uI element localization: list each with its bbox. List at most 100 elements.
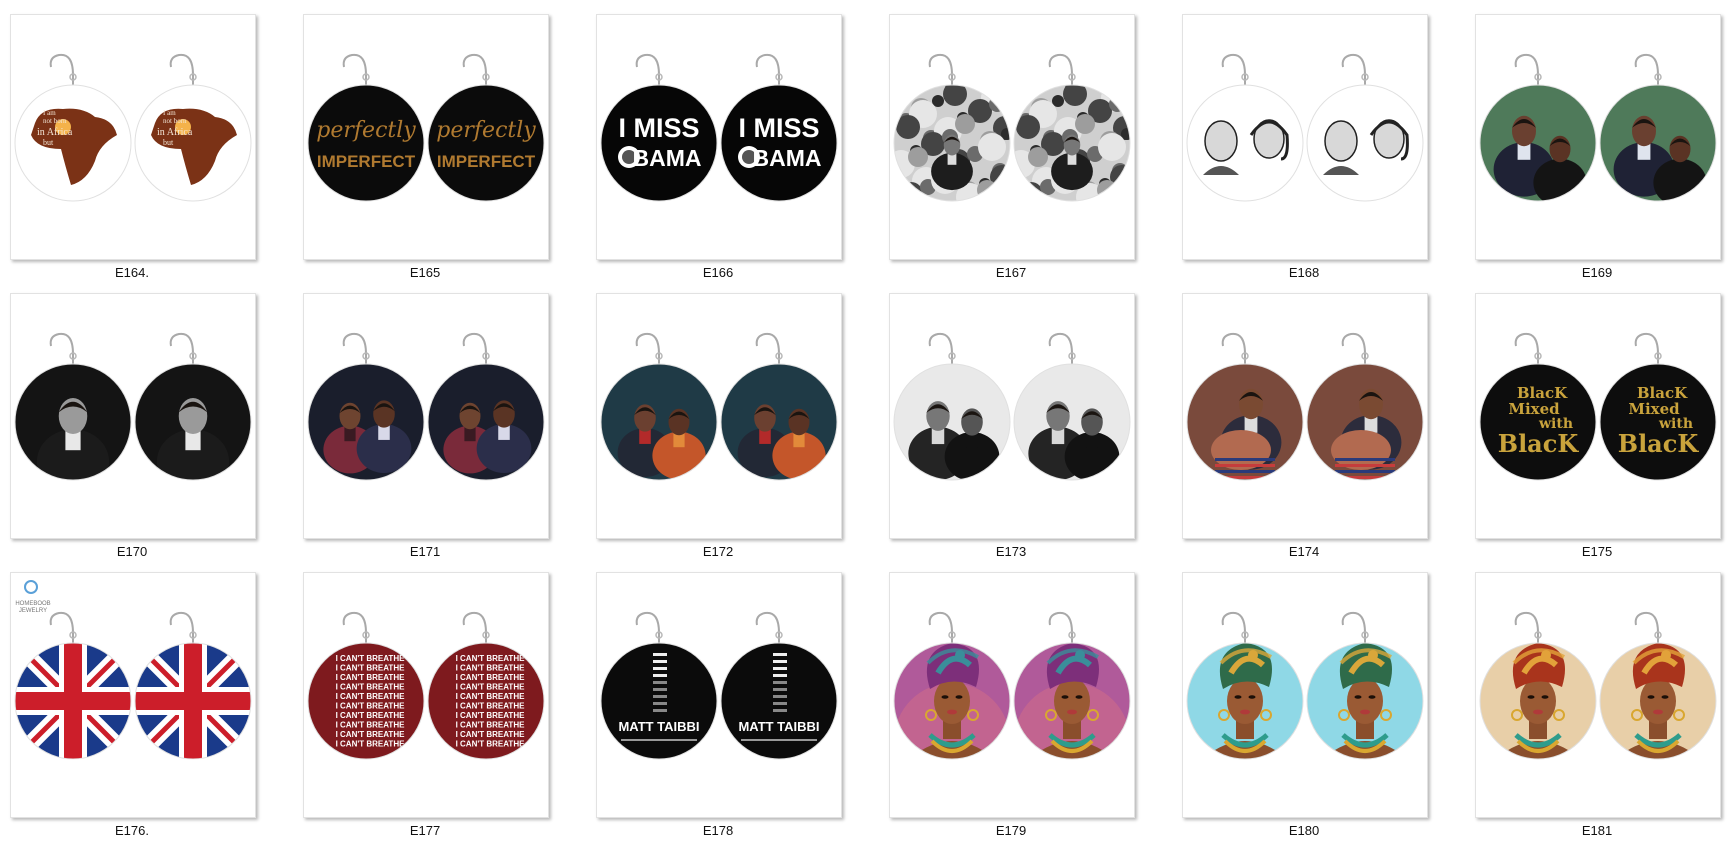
earring-text: but (163, 138, 174, 147)
earring-text: not born (43, 117, 67, 125)
earring-disc: I amnot born in Africabut (135, 85, 251, 201)
earring-disc (428, 364, 544, 480)
earring-pair-illustration: I MISSBAMAI MISSBAMA (600, 53, 838, 202)
hook-wire (169, 332, 194, 366)
product-image[interactable] (303, 293, 549, 539)
product-code[interactable]: E177 (303, 823, 547, 838)
product-code[interactable]: E178 (596, 823, 840, 838)
product-code[interactable]: E176. (10, 823, 254, 838)
product-image[interactable]: I CAN'T BREATHE I CAN'T BREATHE I CAN'T BR… (303, 572, 549, 818)
hook-wire (1514, 611, 1539, 645)
earring-disc (1014, 85, 1130, 201)
product-code[interactable]: E175 (1475, 544, 1719, 559)
hook-wire (462, 611, 487, 645)
earring-text: I CAN'T BREATHE (456, 654, 526, 663)
hook-wire (342, 611, 367, 645)
product-image[interactable]: I am not born in Africa but I am not born in A… (10, 14, 256, 260)
product-image[interactable] (889, 572, 1135, 818)
earring-pair-illustration: MATT TAIBBI MATT TAIBBI (600, 611, 838, 760)
hook-wire (1514, 53, 1539, 87)
product-code[interactable]: E165 (303, 265, 547, 280)
product-image[interactable] (889, 293, 1135, 539)
hook-wire (928, 332, 953, 366)
hook-wire (1048, 332, 1073, 366)
earring-disc (1187, 85, 1303, 201)
earring-disc (1307, 643, 1423, 759)
earring-pair-illustration (1479, 611, 1717, 760)
product-image[interactable] (1182, 14, 1428, 260)
earring-text: I am (43, 109, 56, 117)
earring-pair-illustration: BlacKMixedwithBlacKBlacKMixedwithBlacK (1479, 332, 1717, 481)
earring-pair-illustration (1479, 53, 1717, 202)
product-code[interactable]: E166 (596, 265, 840, 280)
product-image[interactable]: HOMEBOOB JEWELRY (10, 572, 256, 818)
earring-disc (894, 85, 1010, 201)
earring-text: I CAN'T BREATHE (336, 692, 406, 701)
product-code[interactable]: E179 (889, 823, 1133, 838)
product-image[interactable] (1475, 572, 1721, 818)
earring-text: BAMA (633, 145, 702, 171)
product-image[interactable] (596, 293, 842, 539)
product-code[interactable]: E171 (303, 544, 547, 559)
product-code[interactable]: E168 (1182, 265, 1426, 280)
earring-disc (135, 364, 251, 480)
earring-disc (1187, 643, 1303, 759)
earring-text: I CAN'T BREATHE (336, 711, 406, 720)
product-image[interactable]: BlacK Mixed with BlacK BlacK Mixed with BlacK (1475, 293, 1721, 539)
product-code[interactable]: E181 (1475, 823, 1719, 838)
hook-wire (635, 611, 660, 645)
earring-disc (721, 364, 837, 480)
earring-disc (135, 643, 251, 759)
hook-wire (928, 53, 953, 87)
earring-pair-illustration (893, 611, 1131, 760)
product-code[interactable]: E167 (889, 265, 1133, 280)
product-grid: I am not born in Africa but I am not born in A… (0, 0, 1732, 843)
earring-disc: I CAN'T BREATHEI CAN'T BREATHEI CAN'T BR… (428, 643, 544, 759)
product-image[interactable] (1475, 14, 1721, 260)
hook-wire (342, 53, 367, 87)
hook-wire (169, 53, 194, 87)
product-image[interactable] (10, 293, 256, 539)
product-image[interactable] (1182, 572, 1428, 818)
product-code[interactable]: E173 (889, 544, 1133, 559)
earring-text: BlacK (1618, 429, 1700, 458)
earring-pair-illustration: HOMEBOOBJEWELRY (11, 580, 255, 817)
earring-text: BlacK (1498, 429, 1580, 458)
earring-text: I CAN'T BREATHE (336, 740, 406, 749)
product-code[interactable]: E174 (1182, 544, 1426, 559)
earring-pair-illustration (893, 53, 1131, 202)
hook-wire (1514, 332, 1539, 366)
product-code[interactable]: E164. (10, 265, 254, 280)
earring-disc (1480, 85, 1596, 201)
product-code[interactable]: E180 (1182, 823, 1426, 838)
earring-disc: I MISSBAMA (601, 85, 717, 201)
earring-text: I MISS (738, 113, 819, 143)
hook-wire (1221, 611, 1246, 645)
product-image[interactable]: MATT TAIBBI MATT TAIBBI (596, 572, 842, 818)
earring-disc: MATT TAIBBI (721, 643, 837, 759)
earring-pair-illustration (893, 332, 1131, 481)
earring-disc (894, 643, 1010, 759)
hook-wire (169, 611, 194, 645)
hook-wire (1634, 611, 1659, 645)
product-image[interactable] (1182, 293, 1428, 539)
earring-disc: I MISSBAMA (721, 85, 837, 201)
earring-text: in Africa (37, 127, 73, 138)
hook-wire (1341, 53, 1366, 87)
product-image[interactable] (889, 14, 1135, 260)
product-image[interactable]: perfectly IMPERFECT perfectly IMPERFECT (303, 14, 549, 260)
earring-text: not born (163, 117, 187, 125)
product-image[interactable]: I MISS BAMA I MISS BAMA (596, 14, 842, 260)
hook-wire (928, 611, 953, 645)
brand-logo-text: JEWELRY (19, 608, 47, 614)
earring-disc: MATT TAIBBI (601, 643, 717, 759)
earring-disc (1014, 643, 1130, 759)
product-code[interactable]: E170 (10, 544, 254, 559)
earring-pair-illustration: I amnot bornin AfricabutI amnot bornin A… (14, 53, 252, 202)
product-code[interactable]: E169 (1475, 265, 1719, 280)
earring-disc (1600, 643, 1716, 759)
hook-wire (755, 53, 780, 87)
earring-text: I CAN'T BREATHE (336, 673, 406, 682)
product-code[interactable]: E172 (596, 544, 840, 559)
earring-text: I CAN'T BREATHE (456, 664, 526, 673)
